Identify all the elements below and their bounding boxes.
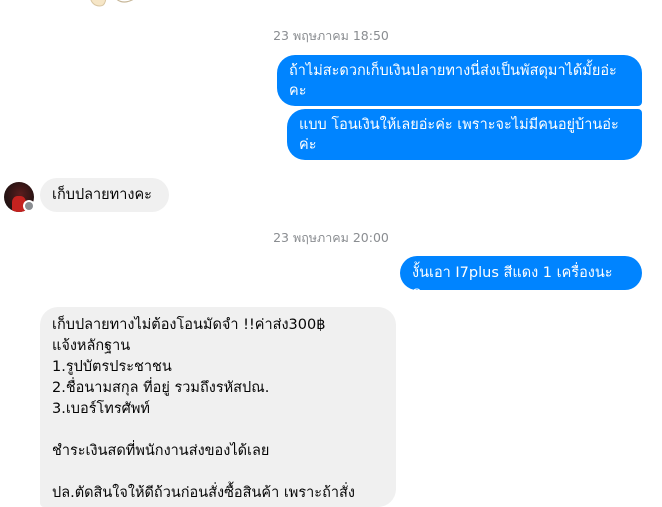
outgoing-message[interactable]: แบบ โอนเงินให้เลยอ่ะค่ะ เพราะจะไม่มีคนอย… [287, 109, 642, 160]
timestamp: 23 พฤษภาคม 18:50 [273, 28, 389, 43]
outgoing-message[interactable]: งั้นเอา I7plus สีแดง 1 เครื่องนะคะ [400, 256, 642, 301]
outgoing-message[interactable]: ถ้าไม่สะดวกเก็บเงินปลายทางนี่ส่งเป็นพัสด… [277, 55, 642, 106]
messenger-badge-icon [23, 200, 35, 212]
incoming-message[interactable]: เก็บปลายทางคะ [40, 178, 169, 212]
sticker-image [90, 0, 134, 7]
timestamp: 23 พฤษภาคม 20:00 [273, 230, 389, 245]
incoming-message[interactable]: เก็บปลายทางไม่ต้องโอนมัดจำ !!ค่าส่ง300฿ … [40, 307, 396, 507]
